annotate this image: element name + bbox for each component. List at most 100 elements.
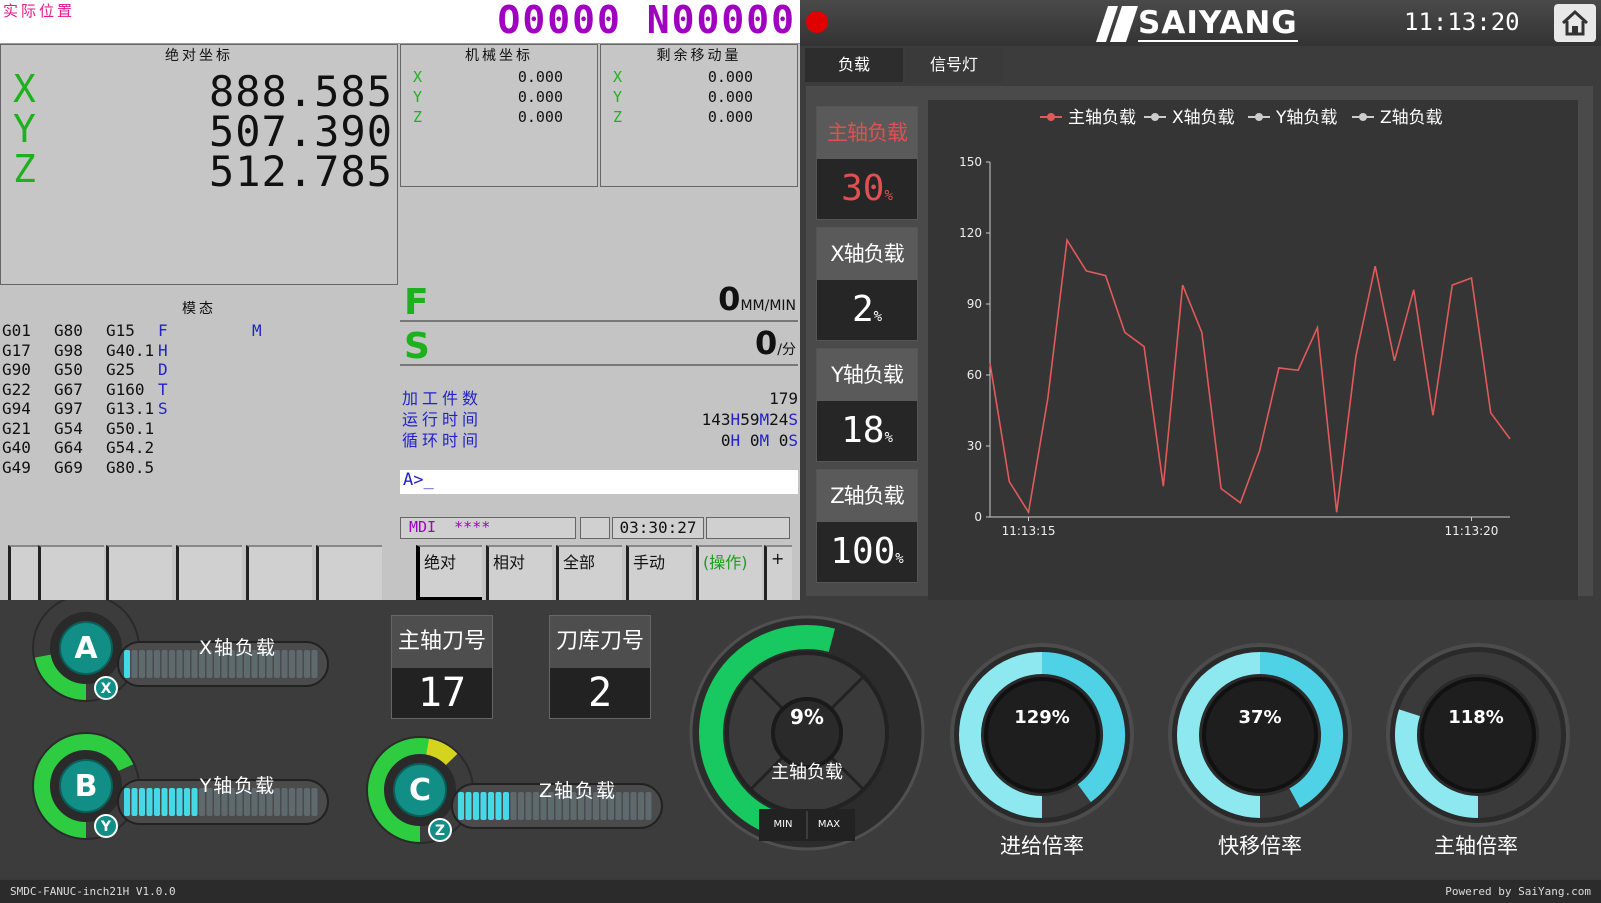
modal-code: F (158, 321, 168, 340)
powered-by-text: Powered by SaiYang.com (1445, 885, 1591, 898)
command-input[interactable]: A>_ (400, 470, 798, 494)
x-load-unit: % (873, 309, 883, 325)
y-load-value-box: 18% (817, 401, 917, 463)
spindle-label: S (404, 326, 430, 367)
legend-swatch-dot (1151, 113, 1159, 121)
mode-status: **** (454, 518, 491, 536)
softkey-blank[interactable] (316, 545, 382, 600)
softkey-absolute[interactable]: 绝对 (416, 545, 482, 600)
modal-code: H (158, 340, 168, 360)
softkey-blank[interactable] (246, 545, 312, 600)
legend-item: X轴负载 (1144, 108, 1235, 128)
feed-rate-value: 129% (1014, 707, 1070, 728)
modal-code: S (158, 399, 168, 418)
home-button[interactable] (1554, 4, 1596, 42)
modal-code: G01 (2, 321, 31, 340)
parts-value: 179 (769, 389, 798, 408)
run-minutes: 59 (740, 410, 760, 429)
run-seconds: 24 (769, 410, 789, 429)
absolute-title: 绝对坐标 (165, 48, 233, 64)
legend-swatch-dot (1359, 113, 1367, 121)
cnc-clock: 03:30:27 (612, 517, 704, 539)
y-load-value: 18 (841, 410, 885, 451)
machine-panel: 机械坐标 X 0.000 Y 0.000 Z 0.000 (400, 44, 598, 187)
rate-gauge (1168, 643, 1352, 827)
tab-load[interactable]: 负载 (805, 48, 903, 82)
abs-row-y: Y 507.390 (13, 107, 393, 156)
modal-code: G50.1 (106, 418, 155, 438)
brand-name: SAIYANG (1138, 5, 1298, 42)
remaining-axis-value: 0.000 (707, 108, 753, 126)
feed-unit: MM/MIN (740, 298, 796, 314)
x-tick-label: 11:13:15 (1002, 524, 1056, 538)
modal-code: G67 (54, 379, 83, 399)
x-tick-label: 11:13:20 (1445, 524, 1499, 538)
legend-label: Y轴负载 (1275, 108, 1337, 128)
softkey-blank[interactable] (106, 545, 172, 600)
legend-swatch-dot (1255, 113, 1263, 121)
cnc-header: 实际位置 O0000 N00000 (0, 0, 800, 44)
machine-axis-value: 0.000 (517, 88, 563, 106)
modal-code: G50 (54, 360, 83, 379)
cycle-seconds: 0 (778, 431, 789, 450)
remaining-axis-label: Y (613, 88, 623, 106)
rate-gauge-core (1420, 677, 1536, 793)
softkey-handle[interactable]: 手动 (626, 545, 692, 600)
dashboard: SAIYANG 11:13:20 负载 信号灯 主轴负载 30% X轴负载 2%… (800, 0, 1601, 600)
remaining-panel: 剩余移动量 X 0.000 Y 0.000 Z 0.000 (600, 44, 798, 187)
cycle-minutes: 0 (749, 431, 760, 450)
load-panel: 主轴负载 30% X轴负载 2% Y轴负载 18% Z轴负载 100% 0 30 6… (806, 86, 1593, 600)
abs-axis-label: Z (13, 147, 36, 191)
softkey-all[interactable]: 全部 (556, 545, 622, 600)
spindle-unit: /分 (777, 342, 796, 358)
run-hours: 143 (701, 410, 731, 429)
machine-axis-value: 0.000 (517, 68, 563, 86)
actual-position-label: 实际位置 (3, 2, 76, 20)
y-load-card: Y轴负载 18% (816, 348, 918, 462)
softkey-blank[interactable] (38, 545, 104, 600)
spindle-gauge-min: MIN (773, 819, 793, 830)
legend-label: 主轴负载 (1068, 108, 1136, 128)
spindle-load-unit: % (884, 188, 893, 204)
home-icon (1561, 9, 1589, 36)
y-tick-label: 30 (967, 439, 982, 453)
tab-bar: 负载 信号灯 (805, 48, 1600, 84)
spindle-rate-label: 主轴倍率 (1434, 834, 1518, 858)
cycle-time-value: 0H 0M 0S (720, 431, 798, 450)
rate-gauge (950, 643, 1134, 827)
modal-code: G64 (54, 438, 83, 457)
softkey-blank[interactable] (176, 545, 242, 600)
modal-code: G90 (2, 360, 31, 379)
remaining-axis-value: 0.000 (707, 88, 753, 106)
cycle-hours: 0 (720, 431, 731, 450)
tab-signal-light[interactable]: 信号灯 (905, 48, 1003, 82)
legend-item: 主轴负载 (1040, 108, 1136, 128)
modal-code: G54 (54, 418, 83, 438)
modal-code: G54.2 (106, 438, 155, 457)
legend-swatch-dot (1047, 113, 1055, 121)
y-load-unit: % (884, 430, 893, 446)
cycle-time-label: 循环时间 (402, 431, 483, 450)
feed-row: F 0MM/MIN (400, 280, 798, 323)
modal-code: G22 (2, 379, 31, 399)
softkey-operation[interactable]: (操作) (696, 545, 762, 600)
x-load-value: 2 (851, 289, 874, 330)
modal-code: T (158, 379, 168, 399)
softkey-relative[interactable]: 相对 (486, 545, 552, 600)
spindle-load-card: 主轴负载 30% (816, 106, 918, 220)
y-tick-label: 150 (959, 155, 982, 169)
softkey-blank[interactable] (8, 545, 38, 600)
x-load-title: X轴负载 (817, 228, 917, 280)
softkey-next[interactable]: + (764, 545, 792, 600)
mode-label: MDI (409, 518, 437, 536)
cnc-screen: 实际位置 O0000 N00000 绝对坐标 X 888.585 Y 507.3… (0, 0, 800, 600)
program-number: O0000 N00000 (497, 0, 796, 42)
modal-code: G25 (106, 360, 135, 379)
modal-code: G160 (106, 379, 145, 399)
rate-gauge-core (1202, 677, 1318, 793)
feed-value: 0MM/MIN (718, 280, 796, 318)
spindle-number: 0 (755, 324, 778, 362)
abs-axis-label: X (13, 67, 36, 111)
spindle-gauge-max: MAX (817, 819, 841, 830)
modal-code: G49 (2, 457, 31, 477)
